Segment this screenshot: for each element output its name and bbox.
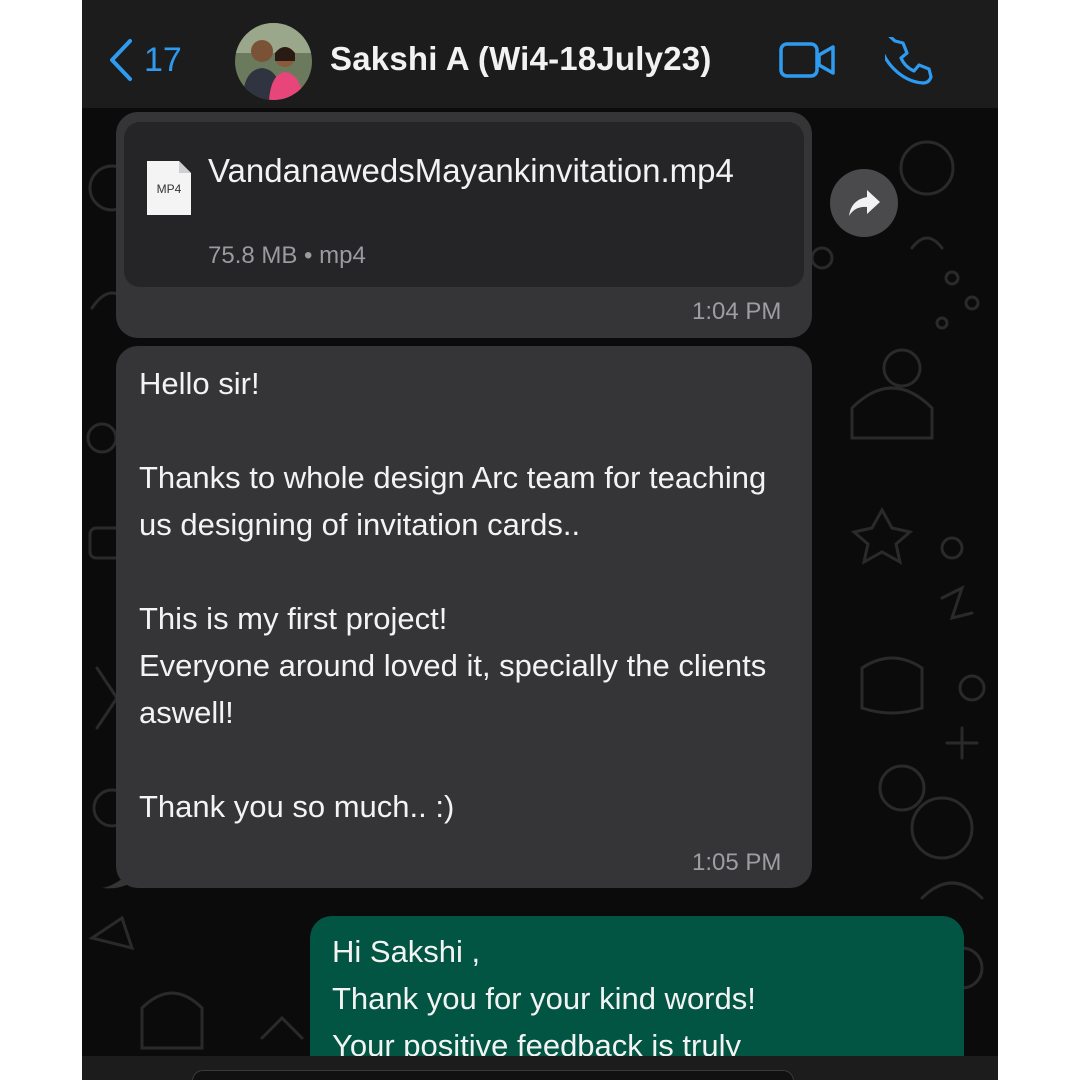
contact-avatar[interactable] [235, 23, 312, 100]
message-text: Hello sir! Thanks to whole design Arc te… [139, 366, 767, 824]
phone-icon [878, 30, 933, 85]
bubble-tail [102, 870, 132, 889]
back-button[interactable]: 17 [108, 38, 182, 82]
file-badge: MP4 [157, 182, 182, 196]
message-text: Hi Sakshi , Thank you for your kind word… [332, 934, 756, 1063]
unread-count: 17 [144, 40, 182, 79]
voice-call-button[interactable] [878, 30, 933, 90]
message-time: 1:04 PM [692, 298, 782, 325]
video-camera-icon [779, 42, 835, 78]
forward-arrow-icon [849, 190, 880, 216]
forward-button[interactable] [830, 169, 898, 237]
chat-header: 17 Sakshi A (Wi4-18July23) [82, 0, 998, 108]
video-call-button[interactable] [779, 40, 837, 85]
file-meta: 75.8 MB • mp4 [208, 242, 366, 269]
input-bar [82, 1056, 998, 1080]
message-input[interactable] [192, 1070, 794, 1080]
chat-screen: 17 Sakshi A (Wi4-18July23) MP4 Vandanawe… [82, 0, 998, 1080]
file-message-bubble[interactable]: MP4 VandanawedsMayankinvitation.mp4 75.8… [116, 112, 812, 338]
contact-name[interactable]: Sakshi A (Wi4-18July23) [330, 40, 712, 78]
document-icon: MP4 [145, 159, 193, 222]
chevron-left-icon [110, 39, 132, 81]
file-name: VandanawedsMayankinvitation.mp4 [208, 152, 734, 189]
file-attachment[interactable]: MP4 VandanawedsMayankinvitation.mp4 75.8… [124, 122, 804, 287]
text-message-bubble[interactable]: Hello sir! Thanks to whole design Arc te… [116, 346, 812, 888]
message-time: 1:05 PM [692, 849, 782, 876]
